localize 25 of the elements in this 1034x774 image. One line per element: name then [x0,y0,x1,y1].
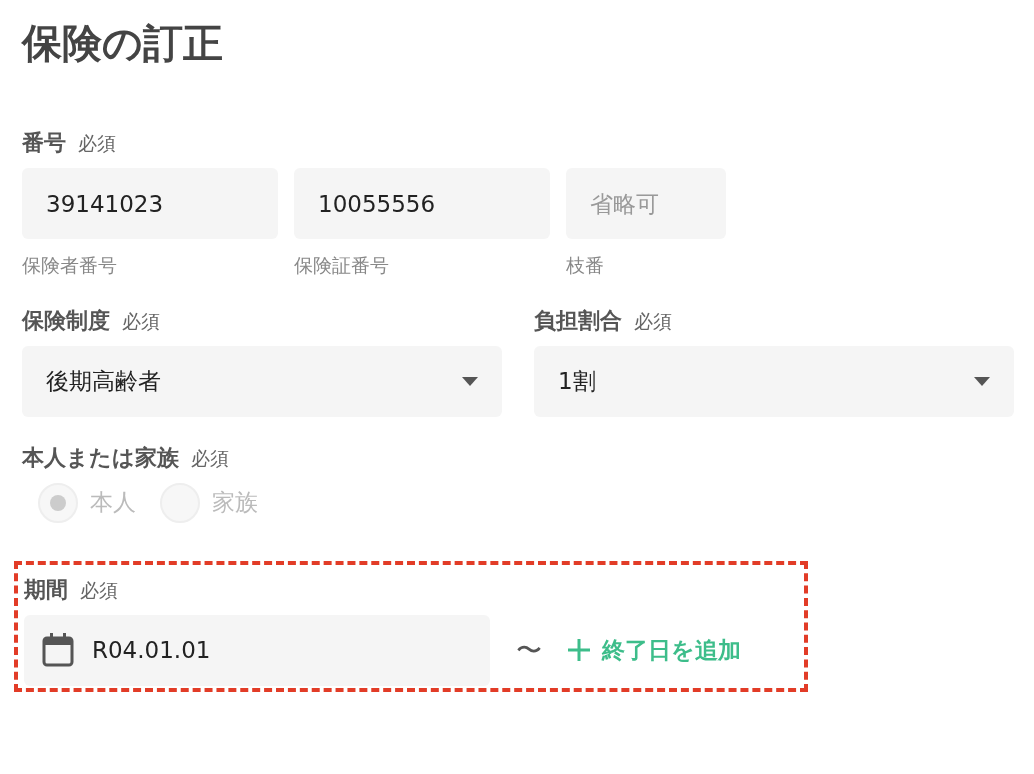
caret-icon [462,376,478,386]
plus-icon [568,639,590,661]
field-caption: 保険証番号 [294,253,390,278]
required-label: 必須 [78,131,116,156]
page-title: 保険の訂正 [22,19,224,68]
field-caption: 保険者番号 [22,253,118,278]
required-label: 必須 [122,308,160,334]
field-label: 期間 [24,575,68,604]
input-field[interactable]: 39141023 [22,168,278,239]
caret-icon [974,376,990,386]
field-label: 負担割合 [534,306,622,335]
select-field[interactable]: 後期高齢者 [22,345,502,417]
required-label: 必須 [191,445,229,471]
field-label: 保険制度 [22,306,110,335]
range-separator: 〜 [516,633,542,667]
required-label: 必須 [634,308,672,334]
required-label: 必須 [80,577,118,603]
select-field[interactable]: 1割 [534,345,1014,417]
field-label: 本人または家族 [22,443,179,472]
field-caption: 枝番 [566,253,605,278]
calendar-icon [42,633,74,667]
date-field[interactable]: R04.01.01 [24,614,490,686]
input-field[interactable]: 10055556 [294,168,550,239]
input-field[interactable]: 省略可 [566,168,726,239]
field-label: 番号 [22,129,66,157]
